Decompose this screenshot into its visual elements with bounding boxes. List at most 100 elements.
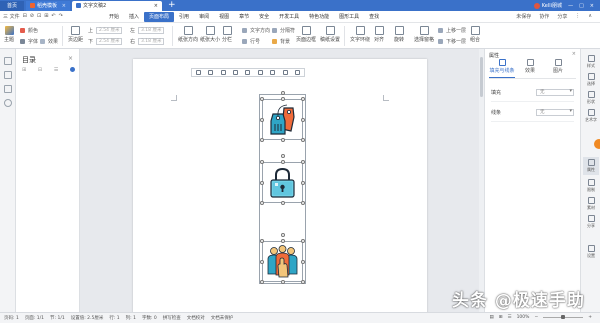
rotate-handle[interactable] — [280, 91, 285, 95]
resize-handle[interactable] — [260, 180, 264, 185]
status-item[interactable]: 文档校对 — [187, 315, 205, 321]
user-account[interactable]: Kelli朋城 — [533, 2, 562, 9]
top-margin-field[interactable]: 2.54 厘米 — [96, 27, 123, 34]
menu-item[interactable]: 审阅 — [194, 12, 214, 22]
quick-save-icon[interactable]: ⊟ — [23, 13, 27, 20]
shape-tool[interactable]: 形状 — [583, 91, 599, 105]
status-item[interactable]: 拼写检查 — [163, 315, 181, 321]
close-icon[interactable]: × — [68, 55, 73, 62]
resize-handle[interactable] — [260, 160, 264, 164]
colors-button[interactable]: 颜色 — [20, 27, 38, 34]
resize-handle[interactable] — [260, 97, 264, 101]
tab-document[interactable]: 文字文稿2 × — [72, 1, 162, 11]
menu-item[interactable]: 插入 — [124, 12, 144, 22]
zoom-slider-knob[interactable] — [561, 315, 566, 319]
tab-effects[interactable]: 效果 — [517, 59, 543, 78]
in-front-icon[interactable] — [245, 70, 251, 75]
menu-item[interactable]: 安全 — [254, 12, 274, 22]
close-window-button[interactable]: × — [590, 3, 594, 9]
redo-icon[interactable]: ↷ — [59, 13, 63, 20]
resize-handle[interactable] — [301, 259, 305, 264]
status-item[interactable]: 文档未保护 — [211, 315, 234, 321]
square-wrap-icon[interactable] — [208, 70, 214, 75]
quick-export-icon[interactable]: ⊘ — [30, 13, 34, 20]
undo-icon[interactable]: ↶ — [51, 13, 55, 20]
bring-forward-button[interactable]: 上移一层 — [438, 27, 466, 34]
web-view-icon[interactable]: ⊞ — [499, 315, 503, 320]
lock-image[interactable] — [262, 162, 303, 203]
background-button[interactable]: 背景 — [272, 38, 290, 45]
menu-item[interactable]: 视图 — [214, 12, 234, 22]
line-select[interactable]: 无 — [536, 109, 574, 116]
resize-handle[interactable] — [260, 259, 264, 264]
resize-handle[interactable] — [260, 239, 264, 243]
toc-nav-icon[interactable] — [4, 57, 12, 65]
close-icon[interactable]: × — [62, 1, 66, 11]
quick-preview-icon[interactable]: ⊞ — [44, 13, 48, 20]
resize-handle[interactable] — [260, 201, 264, 205]
resize-handle[interactable] — [280, 201, 285, 205]
zoom-level[interactable]: 100% — [517, 315, 530, 320]
tight-wrap-icon[interactable] — [220, 70, 226, 75]
resize-handle[interactable] — [280, 138, 285, 142]
resize-handle[interactable] — [301, 280, 305, 284]
menu-item[interactable]: 开发工具 — [274, 12, 304, 22]
new-tab-button[interactable]: + — [168, 0, 176, 11]
resize-handle[interactable] — [260, 280, 264, 284]
notification-badge[interactable] — [594, 139, 600, 149]
rotate-handle[interactable] — [280, 154, 285, 158]
section-nav-icon[interactable] — [4, 85, 12, 93]
columns-button[interactable]: 分栏 — [222, 26, 232, 43]
material-tool[interactable]: 素材 — [583, 197, 599, 211]
inline-icon[interactable] — [195, 70, 201, 75]
tab-docer[interactable]: 稻壳模板 × — [26, 1, 70, 11]
separator-button[interactable]: 分隔符 — [272, 27, 295, 34]
zoom-out-icon[interactable]: − — [534, 315, 538, 320]
resize-handle[interactable] — [301, 160, 305, 164]
top-bottom-icon[interactable] — [257, 70, 263, 75]
zoom-in-icon[interactable]: + — [588, 315, 592, 320]
rotate-button[interactable]: 旋转 — [394, 26, 404, 43]
effects-button[interactable]: 效果 — [40, 38, 58, 45]
collaborate-button[interactable]: 协作 — [539, 13, 549, 20]
send-backward-button[interactable]: 下移一层 — [438, 38, 466, 45]
crop-icon[interactable] — [282, 70, 288, 75]
more-layout-icon[interactable] — [295, 70, 301, 75]
toc-collapse-icon[interactable]: ⊟ — [38, 67, 42, 73]
rotate-handle[interactable] — [280, 233, 285, 237]
text-direction-button[interactable]: 文字方向 — [242, 27, 270, 34]
resize-handle[interactable] — [301, 97, 305, 101]
share-button[interactable]: 分享 — [557, 13, 567, 20]
tab-fill-line[interactable]: 填充与线条 — [489, 59, 515, 78]
menu-item[interactable]: 开始 — [104, 12, 124, 22]
minimize-button[interactable]: — — [568, 3, 573, 9]
menu-item[interactable]: 引用 — [174, 12, 194, 22]
menu-item[interactable]: 图形工具 — [334, 12, 364, 22]
share-tool[interactable]: 分享 — [583, 215, 599, 229]
unsaved-status[interactable]: 未保存 — [516, 13, 531, 20]
styles-tool[interactable]: 样式 — [583, 55, 599, 69]
fill-select[interactable]: 无 — [536, 89, 574, 96]
more-icon[interactable]: ⋮ — [575, 13, 580, 20]
line-numbers-button[interactable]: 行号 — [242, 38, 260, 45]
team-image[interactable] — [262, 241, 303, 282]
resize-handle[interactable] — [260, 138, 264, 142]
right-margin-field[interactable]: 3.18 厘米 — [138, 38, 165, 45]
align-button[interactable]: 对齐 — [374, 26, 384, 43]
menu-item[interactable]: 特色功能 — [304, 12, 334, 22]
file-menu[interactable]: 三 文件 — [3, 13, 20, 20]
resize-handle[interactable] — [280, 280, 285, 284]
menu-item[interactable]: 查找 — [364, 12, 384, 22]
bottom-margin-field[interactable]: 2.54 厘米 — [96, 38, 123, 45]
maximize-button[interactable]: □ — [579, 3, 584, 9]
bookmark-nav-icon[interactable] — [4, 71, 12, 79]
search-nav-icon[interactable] — [4, 99, 12, 107]
collapse-ribbon-icon[interactable]: ∧ — [588, 13, 592, 20]
text-wrap-button[interactable]: 文字环绕 — [350, 26, 370, 43]
wordart-tool[interactable]: 艺术字 — [583, 109, 599, 123]
resize-handle[interactable] — [301, 201, 305, 205]
zoom-slider[interactable] — [543, 315, 584, 319]
select-tool[interactable]: 选择 — [583, 73, 599, 87]
close-icon[interactable]: × — [572, 51, 576, 57]
tab-home[interactable]: 首页 — [0, 1, 24, 11]
